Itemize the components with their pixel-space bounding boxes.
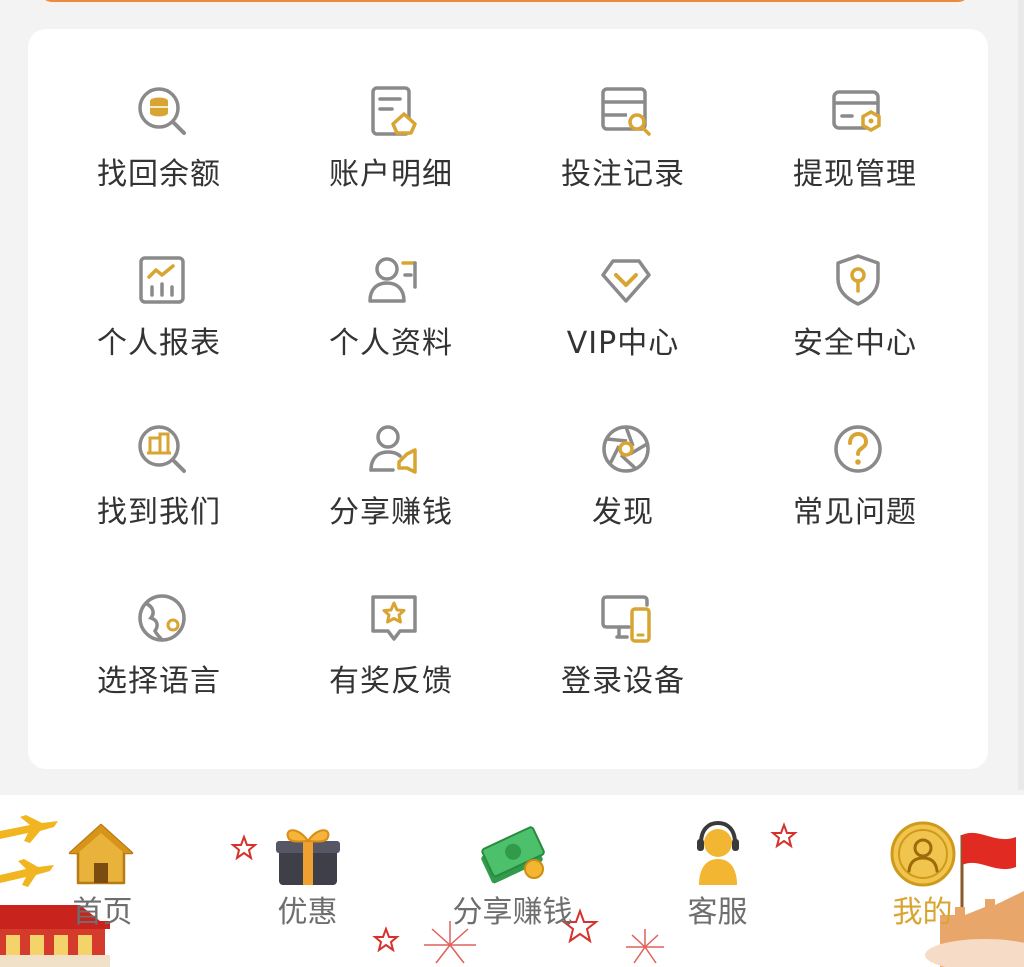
- bottom-tab-bar: 首页 优惠 分享赚钱 客服 我的: [0, 795, 1024, 967]
- menu-item-find-us[interactable]: 找到我们: [43, 367, 275, 530]
- menu-item-label: 发现: [592, 495, 654, 530]
- menu-item-withdraw-manage[interactable]: 提现管理: [739, 29, 971, 192]
- account-detail-icon: [367, 84, 421, 138]
- tab-label: 我的: [892, 895, 953, 930]
- home-icon: [66, 819, 136, 889]
- menu-item-label: 提现管理: [793, 157, 917, 192]
- menu-item-label: 个人资料: [329, 326, 453, 361]
- report-chart-icon: [135, 253, 189, 307]
- menu-item-vip-center[interactable]: VIP中心: [507, 198, 739, 361]
- discover-aperture-icon: [599, 422, 653, 476]
- tab-label: 客服: [687, 895, 748, 930]
- language-globe-icon: [135, 591, 189, 645]
- menu-item-personal-report[interactable]: 个人报表: [43, 198, 275, 361]
- tab-customer-service[interactable]: 客服: [615, 795, 820, 967]
- menu-item-find-balance[interactable]: 找回余额: [43, 29, 275, 192]
- menu-item-label: 个人报表: [97, 326, 221, 361]
- top-banner-edge: [40, 0, 970, 2]
- withdraw-card-icon: [831, 84, 885, 138]
- share-user-icon: [367, 422, 421, 476]
- user-coin-icon: [888, 819, 958, 889]
- profile-icon: [367, 253, 421, 307]
- menu-item-label: 选择语言: [97, 664, 221, 699]
- menu-item-select-language[interactable]: 选择语言: [43, 536, 275, 699]
- menu-item-bet-record[interactable]: 投注记录: [507, 29, 739, 192]
- vip-diamond-icon: [599, 253, 653, 307]
- menu-item-label: 安全中心: [793, 326, 917, 361]
- bet-record-icon: [599, 84, 653, 138]
- menu-item-label: 投注记录: [561, 157, 685, 192]
- menu-item-label: 有奖反馈: [329, 664, 453, 699]
- tab-label: 优惠: [277, 895, 338, 930]
- menu-item-login-devices[interactable]: 登录设备: [507, 536, 739, 699]
- menu-item-label: 找回余额: [97, 157, 221, 192]
- menu-item-share-earn[interactable]: 分享赚钱: [275, 367, 507, 530]
- menu-item-faq[interactable]: 常见问题: [739, 367, 971, 530]
- menu-item-account-detail[interactable]: 账户明细: [275, 29, 507, 192]
- find-us-icon: [135, 422, 189, 476]
- menu-item-security-center[interactable]: 安全中心: [739, 198, 971, 361]
- devices-icon: [599, 591, 653, 645]
- balance-search-icon: [135, 84, 189, 138]
- money-icon: [478, 819, 548, 889]
- scrollbar[interactable]: [1018, 0, 1024, 790]
- question-icon: [831, 422, 885, 476]
- gift-icon: [273, 819, 343, 889]
- menu-card: 找回余额 账户明细 投注记录 提现管理 个人报表 个人资料 VIP中心 安全中心…: [28, 29, 988, 769]
- menu-item-label: 分享赚钱: [329, 495, 453, 530]
- tab-home[interactable]: 首页: [0, 795, 205, 967]
- tab-label: 分享赚钱: [452, 895, 573, 930]
- menu-item-label: 账户明细: [329, 157, 453, 192]
- menu-item-label: 常见问题: [793, 495, 917, 530]
- menu-item-label: 登录设备: [561, 664, 685, 699]
- menu-item-label: VIP中心: [566, 326, 680, 361]
- tab-offers[interactable]: 优惠: [205, 795, 410, 967]
- menu-item-discover[interactable]: 发现: [507, 367, 739, 530]
- tab-share-earn[interactable]: 分享赚钱: [410, 795, 615, 967]
- customer-service-icon: [683, 819, 753, 889]
- tab-mine[interactable]: 我的: [820, 795, 1024, 967]
- menu-item-personal-info[interactable]: 个人资料: [275, 198, 507, 361]
- menu-item-label: 找到我们: [97, 495, 221, 530]
- security-shield-icon: [831, 253, 885, 307]
- menu-item-feedback[interactable]: 有奖反馈: [275, 536, 507, 699]
- feedback-star-icon: [367, 591, 421, 645]
- tab-label: 首页: [72, 895, 133, 930]
